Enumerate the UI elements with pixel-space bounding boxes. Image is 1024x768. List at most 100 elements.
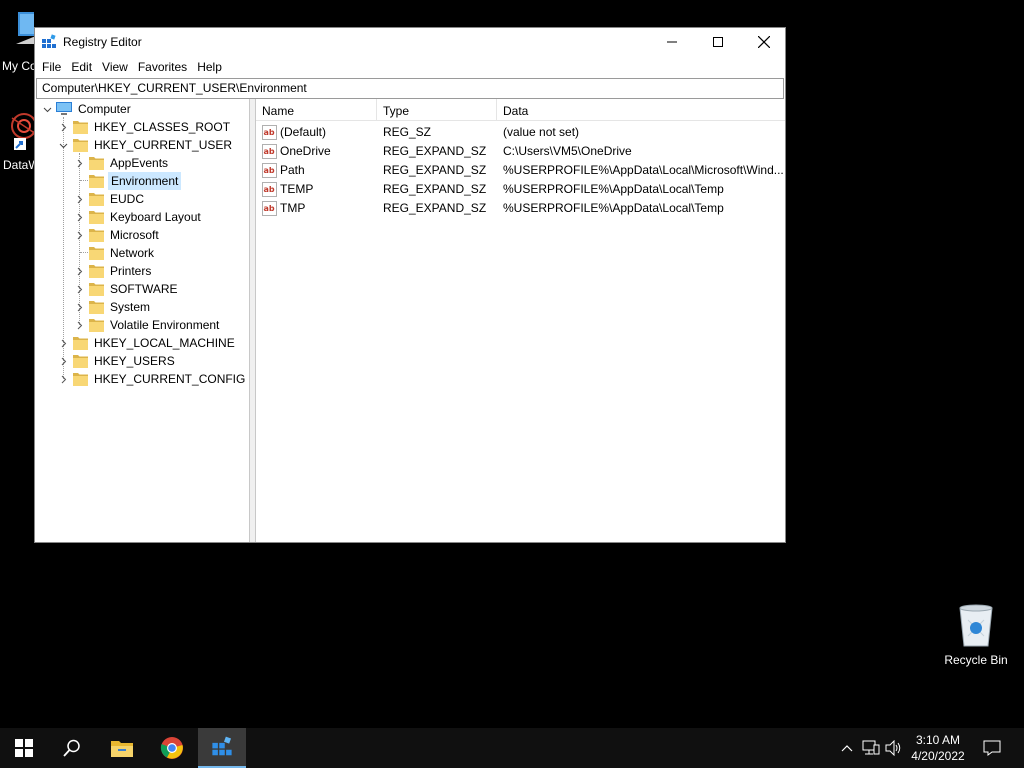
tree-node-keyboard-layout[interactable]: Keyboard Layout — [73, 208, 203, 226]
show-hidden-icons-button[interactable] — [837, 738, 857, 758]
column-header-type[interactable]: Type — [377, 99, 497, 121]
folder-icon — [89, 211, 104, 224]
desktop-icon-datawedge[interactable]: DataW — [0, 108, 34, 178]
column-header-name[interactable]: Name — [256, 99, 377, 121]
expander-collapsed-icon[interactable] — [73, 208, 85, 226]
folder-icon — [89, 283, 104, 296]
expander-expanded-icon[interactable] — [57, 136, 69, 154]
tree-node-hkey-users[interactable]: HKEY_USERS — [57, 352, 177, 370]
registry-editor-icon — [212, 736, 232, 756]
menu-help[interactable]: Help — [192, 60, 227, 74]
expander-collapsed-icon[interactable] — [57, 118, 69, 136]
action-center-button[interactable] — [982, 738, 1002, 758]
address-bar[interactable]: Computer\HKEY_CURRENT_USER\Environment — [36, 78, 784, 99]
expander-none — [73, 244, 85, 262]
folder-icon — [89, 229, 104, 242]
clock-date: 4/20/2022 — [911, 749, 965, 763]
tree-node-label: Computer — [78, 102, 131, 116]
panes: Computer HKEY_CLASSES_ROOT HKEY_CURRENT_U… — [35, 99, 785, 542]
taskbar: 3:10 AM 4/20/2022 — [0, 728, 1024, 768]
minimize-button[interactable] — [649, 28, 695, 56]
value-row[interactable]: ab TEMP REG_EXPAND_SZ %USERPROFILE%\AppData… — [256, 180, 785, 199]
expander-collapsed-icon[interactable] — [73, 154, 85, 172]
value-row[interactable]: ab Path REG_EXPAND_SZ %USERPROFILE%\AppData… — [256, 161, 785, 180]
value-name: Path — [280, 163, 305, 177]
tree-node-label: Environment — [108, 172, 182, 190]
close-button[interactable] — [741, 28, 787, 56]
network-tray-button[interactable] — [861, 738, 881, 758]
expander-collapsed-icon[interactable] — [73, 262, 85, 280]
column-header-data[interactable]: Data — [497, 99, 785, 121]
value-type: REG_EXPAND_SZ — [383, 201, 487, 215]
taskbar-registry-editor[interactable] — [198, 728, 246, 768]
tree-node-hkey-local-machine[interactable]: HKEY_LOCAL_MACHINE — [57, 334, 237, 352]
expander-collapsed-icon[interactable] — [73, 298, 85, 316]
svg-text:ab: ab — [264, 204, 275, 213]
windows-logo-icon — [15, 739, 33, 757]
taskbar-clock[interactable]: 3:10 AM 4/20/2022 — [905, 732, 971, 764]
tree-node-label: EUDC — [110, 192, 145, 206]
value-data: (value not set) — [503, 125, 580, 139]
tree-node-software[interactable]: SOFTWARE — [73, 280, 180, 298]
tree-node-hkey-current-config[interactable]: HKEY_CURRENT_CONFIG — [57, 370, 247, 388]
tree-node-hkey-classes-root[interactable]: HKEY_CLASSES_ROOT — [57, 118, 232, 136]
volume-icon — [885, 740, 901, 756]
expander-collapsed-icon[interactable] — [73, 190, 85, 208]
desktop-icon-recycle-bin[interactable]: Recycle Bin — [938, 600, 1014, 672]
expander-expanded-icon[interactable] — [41, 100, 53, 118]
tree-node-label: HKEY_CURRENT_CONFIG — [94, 372, 246, 386]
tree-node-environment[interactable]: Environment — [73, 172, 182, 190]
expander-collapsed-icon[interactable] — [73, 280, 85, 298]
minimize-icon — [667, 41, 677, 43]
tree-pane[interactable]: Computer HKEY_CLASSES_ROOT HKEY_CURRENT_U… — [35, 99, 250, 542]
tree-node-system[interactable]: System — [73, 298, 152, 316]
menu-favorites[interactable]: Favorites — [133, 60, 192, 74]
value-row[interactable]: ab OneDrive REG_EXPAND_SZ C:\Users\VM5\OneD… — [256, 142, 785, 161]
volume-tray-button[interactable] — [884, 738, 904, 758]
value-row[interactable]: ab TMP REG_EXPAND_SZ %USERPROFILE%\AppData\… — [256, 199, 785, 218]
expander-collapsed-icon[interactable] — [57, 370, 69, 388]
svg-text:ab: ab — [264, 185, 275, 194]
tree-node-label: Volatile Environment — [110, 318, 220, 332]
menu-bar: File Edit View Favorites Help — [35, 56, 785, 78]
string-value-icon: ab — [262, 125, 277, 140]
tree-node-printers[interactable]: Printers — [73, 262, 153, 280]
menu-edit[interactable]: Edit — [66, 60, 97, 74]
desktop-icon-my-computer[interactable]: My Co — [0, 10, 34, 80]
folder-icon — [73, 121, 88, 134]
value-type: REG_EXPAND_SZ — [383, 182, 487, 196]
title-bar[interactable]: Registry Editor — [35, 28, 785, 56]
search-button[interactable] — [48, 728, 96, 768]
start-button[interactable] — [0, 728, 48, 768]
tree-node-label: Printers — [110, 264, 152, 278]
value-row[interactable]: ab (Default) REG_SZ (value not set) — [256, 123, 785, 142]
maximize-button[interactable] — [695, 28, 741, 56]
folder-icon — [89, 319, 104, 332]
expander-collapsed-icon[interactable] — [73, 316, 85, 334]
tree-node-appevents[interactable]: AppEvents — [73, 154, 170, 172]
tree-node-hkey-current-user[interactable]: HKEY_CURRENT_USER — [57, 136, 234, 154]
desktop-icon-label: Recycle Bin — [944, 653, 1008, 667]
clock-time: 3:10 AM — [915, 733, 961, 747]
menu-file[interactable]: File — [37, 60, 66, 74]
tree-node-microsoft[interactable]: Microsoft — [73, 226, 161, 244]
desktop-icon-label: My Co — [2, 59, 34, 73]
expander-collapsed-icon[interactable] — [57, 352, 69, 370]
folder-icon — [89, 247, 104, 260]
values-list-pane[interactable]: Name Type Data ab (Default) REG_SZ (value n… — [255, 99, 785, 542]
tree-node-eudc[interactable]: EUDC — [73, 190, 146, 208]
expander-collapsed-icon[interactable] — [57, 334, 69, 352]
tree-node-computer[interactable]: Computer — [41, 100, 133, 118]
expander-collapsed-icon[interactable] — [73, 226, 85, 244]
tree-node-volatile-environment[interactable]: Volatile Environment — [73, 316, 221, 334]
value-type: REG_EXPAND_SZ — [383, 163, 487, 177]
tree-node-label: HKEY_CURRENT_USER — [94, 138, 233, 152]
menu-view[interactable]: View — [97, 60, 133, 74]
tree-node-network[interactable]: Network — [73, 244, 156, 262]
taskbar-file-explorer[interactable] — [98, 728, 146, 768]
tree-node-label: System — [110, 300, 151, 314]
desktop-icon-label: DataW — [3, 158, 34, 172]
value-name: (Default) — [280, 125, 327, 139]
taskbar-chrome[interactable] — [148, 728, 196, 768]
folder-icon — [89, 193, 104, 206]
